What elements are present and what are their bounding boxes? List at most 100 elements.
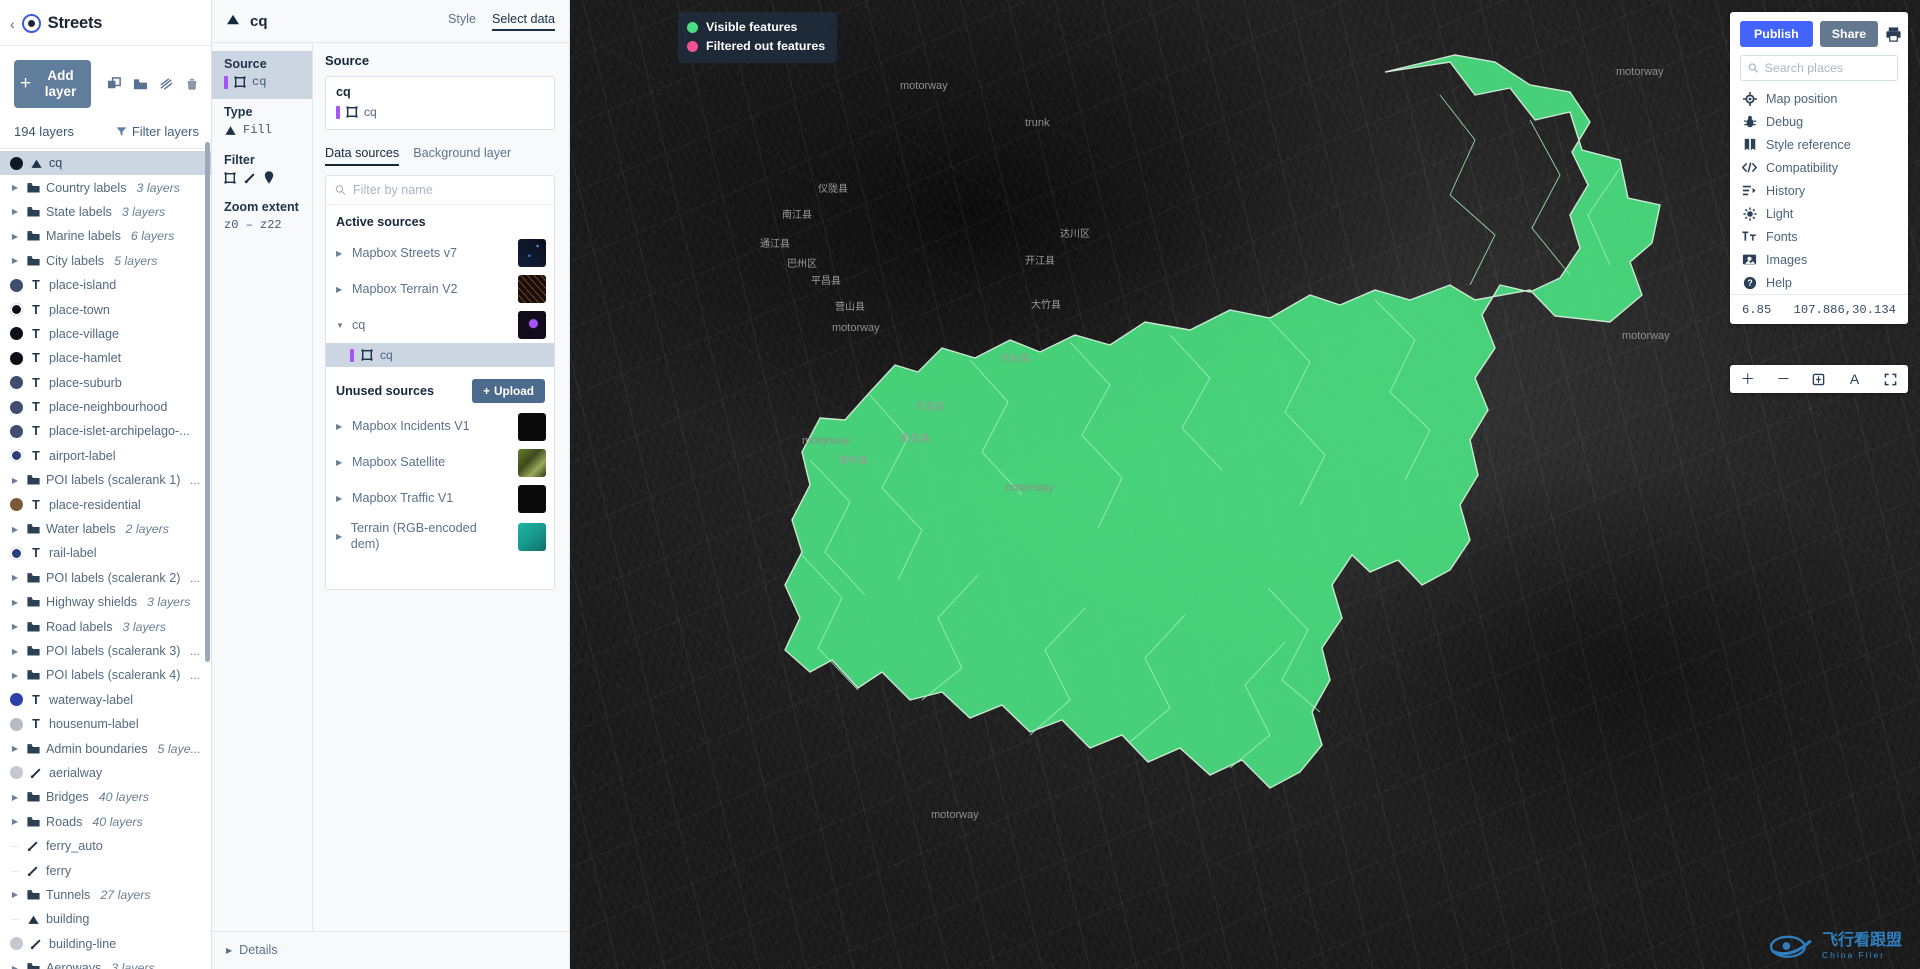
print-icon[interactable] xyxy=(1885,26,1902,43)
selected-source-card[interactable]: cq cq xyxy=(325,76,555,130)
layer-row[interactable]: ▶ Marine labels 6 layers xyxy=(0,224,211,248)
layer-row[interactable]: ··· building xyxy=(0,907,211,931)
map-tool-map-position[interactable]: Map position xyxy=(1730,87,1908,110)
layer-row[interactable]: ▶ Admin boundaries 5 laye... xyxy=(0,736,211,760)
map-tool-debug[interactable]: Debug xyxy=(1730,110,1908,133)
layer-row[interactable]: Tplace-hamlet xyxy=(0,346,211,370)
compass-icon[interactable] xyxy=(1801,365,1837,393)
layer-row[interactable]: Tairport-label xyxy=(0,444,211,468)
expand-chevron-icon[interactable]: ▶ xyxy=(10,647,20,656)
layer-row[interactable]: building-line xyxy=(0,932,211,956)
expand-chevron-icon[interactable]: ▶ xyxy=(10,207,20,216)
expand-chevron-icon[interactable]: ▶ xyxy=(336,494,345,503)
property-zoom-extent[interactable]: Zoom extent z0 – z22 xyxy=(212,194,312,242)
layer-row[interactable]: ▶ POI labels (scalerank 2)... xyxy=(0,566,211,590)
polygon-icon[interactable] xyxy=(224,171,236,184)
layer-row[interactable]: ··· ferry_auto xyxy=(0,834,211,858)
layer-row[interactable]: Twaterway-label xyxy=(0,688,211,712)
expand-chevron-icon[interactable]: ▶ xyxy=(10,183,20,192)
layer-row[interactable]: cq xyxy=(0,151,211,176)
datasource-item[interactable]: ▶ Mapbox Incidents V1 xyxy=(326,409,554,445)
map-tool-fonts[interactable]: Fonts xyxy=(1730,225,1908,248)
layer-row[interactable]: ▶ Tunnels 27 layers xyxy=(0,883,211,907)
search-places-input[interactable] xyxy=(1764,61,1890,75)
expand-chevron-icon[interactable]: ▶ xyxy=(336,532,344,541)
layer-row[interactable]: ▶ POI labels (scalerank 4)... xyxy=(0,663,211,687)
expand-chevron-icon[interactable]: ▶ xyxy=(10,525,20,534)
layer-row[interactable]: ▶ Aeroways 3 layers xyxy=(0,956,211,969)
layer-row[interactable]: Trail-label xyxy=(0,541,211,565)
layer-row[interactable]: Tplace-suburb xyxy=(0,371,211,395)
layer-row[interactable]: aerialway xyxy=(0,761,211,785)
add-layer-button[interactable]: + Add layer xyxy=(14,60,91,108)
layer-row[interactable]: ▶ Bridges 40 layers xyxy=(0,785,211,809)
expand-chevron-icon[interactable]: ▶ xyxy=(10,232,20,241)
back-chevron-icon[interactable]: ‹ xyxy=(10,17,15,31)
layer-row[interactable]: ▶ City labels 5 layers xyxy=(0,249,211,273)
datasource-list[interactable]: Active sources ▶ Mapbox Streets v7 ▶ Mapbox … xyxy=(326,205,554,589)
expand-chevron-icon[interactable]: ▶ xyxy=(10,890,20,899)
expand-chevron-icon[interactable]: ▶ xyxy=(10,817,20,826)
layer-row[interactable]: Tplace-town xyxy=(0,297,211,321)
layer-list[interactable]: cq ▶ Country labels 3 layers ▶ State labels 3 … xyxy=(0,149,211,969)
sidebar-scrollbar[interactable] xyxy=(205,142,210,662)
duplicate-icon[interactable] xyxy=(107,76,122,92)
map-tool-light[interactable]: Light xyxy=(1730,202,1908,225)
property-source[interactable]: Source cq xyxy=(212,51,312,99)
layer-row[interactable]: ··· ferry xyxy=(0,858,211,882)
expand-chevron-icon[interactable]: ▶ xyxy=(10,744,20,753)
expand-chevron-icon[interactable]: ▶ xyxy=(10,256,20,265)
map-canvas[interactable]: Visible features Filtered out features m… xyxy=(570,0,1920,969)
property-filter[interactable]: Filter xyxy=(212,147,312,194)
expand-chevron-icon[interactable]: ▶ xyxy=(10,598,20,607)
layer-row[interactable]: Tplace-island xyxy=(0,273,211,297)
map-tool-help[interactable]: ? Help xyxy=(1730,271,1908,294)
expand-chevron-icon[interactable]: ▶ xyxy=(336,249,345,258)
expand-chevron-icon[interactable]: ▶ xyxy=(10,573,20,582)
layer-row[interactable]: ▶ Highway shields 3 layers xyxy=(0,590,211,614)
map-tool-compatibility[interactable]: Compatibility xyxy=(1730,156,1908,179)
layer-row[interactable]: ▶ Road labels 3 layers xyxy=(0,614,211,638)
expand-chevron-icon[interactable]: ▶ xyxy=(10,793,20,802)
zoom-out-button[interactable]: － xyxy=(1766,365,1802,393)
datasource-item[interactable]: ▶ Mapbox Terrain V2 xyxy=(326,271,554,307)
datasource-item[interactable]: ▶ Mapbox Traffic V1 xyxy=(326,481,554,517)
datasource-item[interactable]: ▶ Mapbox Streets v7 xyxy=(326,235,554,271)
layer-row[interactable]: ▶ POI labels (scalerank 1)... xyxy=(0,468,211,492)
datasource-tab-background-layer[interactable]: Background layer xyxy=(413,146,511,166)
datasource-search-input[interactable] xyxy=(352,183,545,197)
details-toggle[interactable]: ▶ Details xyxy=(226,943,569,957)
editor-tab-style[interactable]: Style xyxy=(448,12,476,31)
layer-row[interactable]: Tplace-village xyxy=(0,322,211,346)
layer-row[interactable]: Thousenum-label xyxy=(0,712,211,736)
layer-row[interactable]: Tplace-islet-archipelago-... xyxy=(0,419,211,443)
map-tool-images[interactable]: Images xyxy=(1730,248,1908,271)
layer-row[interactable]: ▶ POI labels (scalerank 3)... xyxy=(0,639,211,663)
share-button[interactable]: Share xyxy=(1819,21,1879,47)
point-icon[interactable] xyxy=(264,171,274,184)
upload-button[interactable]: + Upload xyxy=(472,379,545,403)
datasource-search[interactable] xyxy=(326,176,554,205)
text-icon[interactable]: A xyxy=(1837,365,1873,393)
line-icon[interactable] xyxy=(244,172,256,184)
expand-chevron-icon[interactable]: ▶ xyxy=(10,622,20,631)
map-tool-history[interactable]: History xyxy=(1730,179,1908,202)
publish-button[interactable]: Publish xyxy=(1740,21,1813,47)
fullscreen-icon[interactable] xyxy=(1872,365,1908,393)
property-type[interactable]: Type Fill xyxy=(212,99,312,147)
map-tool-style-reference[interactable]: Style reference xyxy=(1730,133,1908,156)
datasource-child-item[interactable]: cq xyxy=(326,343,554,367)
layer-row[interactable]: ▶ Country labels 3 layers xyxy=(0,175,211,199)
datasource-item[interactable]: ▶ Terrain (RGB-encoded dem) xyxy=(326,517,554,556)
layer-row[interactable]: ▶ Roads 40 layers xyxy=(0,810,211,834)
toggle-visibility-icon[interactable] xyxy=(159,77,174,92)
expand-chevron-icon[interactable]: ▶ xyxy=(10,671,20,680)
layer-row[interactable]: ▶ State labels 3 layers xyxy=(0,200,211,224)
group-icon[interactable] xyxy=(133,77,148,92)
expand-chevron-icon[interactable]: ▶ xyxy=(336,422,345,431)
expand-chevron-icon[interactable]: ▶ xyxy=(10,476,20,485)
map-tools-list[interactable]: Map position Debug Style reference Compatib… xyxy=(1730,87,1908,294)
filter-layers-button[interactable]: Filter layers xyxy=(116,124,199,139)
delete-icon[interactable] xyxy=(185,77,199,92)
expand-chevron-icon[interactable]: ▶ xyxy=(336,285,345,294)
